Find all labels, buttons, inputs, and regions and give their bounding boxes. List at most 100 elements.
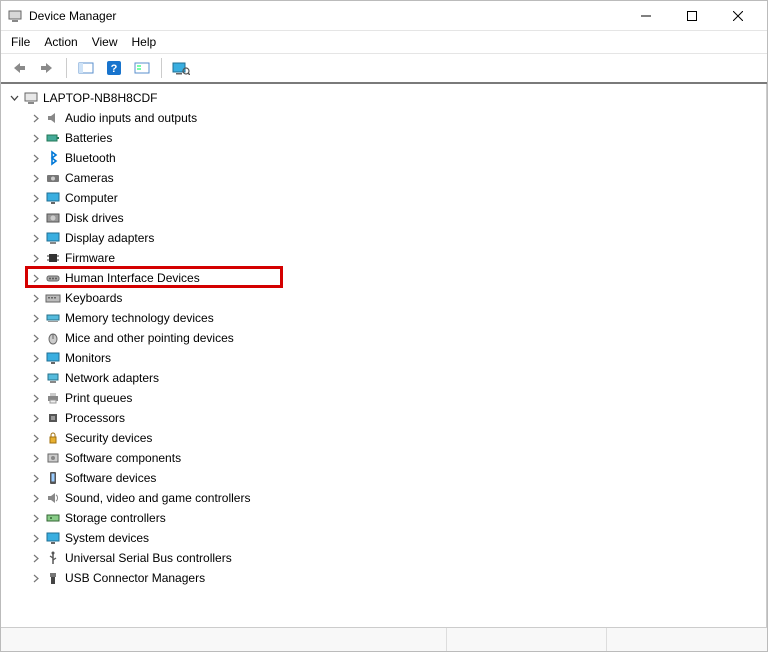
tree-item[interactable]: Firmware xyxy=(29,248,764,268)
tree-item[interactable]: Keyboards xyxy=(29,288,764,308)
tree-item[interactable]: Display adapters xyxy=(29,228,764,248)
tree-item[interactable]: Computer xyxy=(29,188,764,208)
tree-item-label: Security devices xyxy=(65,431,152,445)
tree-item-label: Software components xyxy=(65,451,181,465)
tree-item[interactable]: Memory technology devices xyxy=(29,308,764,328)
chevron-right-icon[interactable] xyxy=(29,211,43,225)
usb-icon xyxy=(45,550,61,566)
chevron-right-icon[interactable] xyxy=(29,471,43,485)
chevron-right-icon[interactable] xyxy=(29,311,43,325)
show-hide-tree-button[interactable] xyxy=(74,57,98,79)
display-adapter-icon xyxy=(45,230,61,246)
speaker-icon xyxy=(45,110,61,126)
tree-item-label: Print queues xyxy=(65,391,132,405)
chevron-right-icon[interactable] xyxy=(29,371,43,385)
properties-button[interactable] xyxy=(130,57,154,79)
minimize-button[interactable] xyxy=(623,1,669,31)
chevron-right-icon[interactable] xyxy=(29,531,43,545)
chevron-right-icon[interactable] xyxy=(29,191,43,205)
software-component-icon xyxy=(45,450,61,466)
menubar: File Action View Help xyxy=(1,31,767,54)
forward-button[interactable] xyxy=(35,57,59,79)
chevron-right-icon[interactable] xyxy=(29,571,43,585)
tree-item-label: USB Connector Managers xyxy=(65,571,205,585)
keyboard-icon xyxy=(45,290,61,306)
chevron-right-icon[interactable] xyxy=(29,111,43,125)
chevron-right-icon[interactable] xyxy=(29,331,43,345)
status-cell-2 xyxy=(447,628,607,651)
chevron-right-icon[interactable] xyxy=(29,251,43,265)
close-button[interactable] xyxy=(715,1,761,31)
back-button[interactable] xyxy=(7,57,31,79)
sound-icon xyxy=(45,490,61,506)
chevron-right-icon[interactable] xyxy=(29,511,43,525)
usb-connector-icon xyxy=(45,570,61,586)
storage-controller-icon xyxy=(45,510,61,526)
tree-item-label: Storage controllers xyxy=(65,511,166,525)
toolbar-separator xyxy=(66,58,67,78)
tree-item[interactable]: Processors xyxy=(29,408,764,428)
tree-item[interactable]: Human Interface Devices xyxy=(29,268,764,288)
tree-item[interactable]: USB Connector Managers xyxy=(29,568,764,588)
camera-icon xyxy=(45,170,61,186)
root-label: LAPTOP-NB8H8CDF xyxy=(43,91,157,105)
chevron-right-icon[interactable] xyxy=(29,291,43,305)
tree-item[interactable]: Software components xyxy=(29,448,764,468)
maximize-button[interactable] xyxy=(669,1,715,31)
menu-view[interactable]: View xyxy=(92,35,118,49)
tree-item[interactable]: Batteries xyxy=(29,128,764,148)
tree-item[interactable]: Sound, video and game controllers xyxy=(29,488,764,508)
tree-item[interactable]: Disk drives xyxy=(29,208,764,228)
tree-item[interactable]: System devices xyxy=(29,528,764,548)
tree-item[interactable]: Universal Serial Bus controllers xyxy=(29,548,764,568)
tree-item[interactable]: Monitors xyxy=(29,348,764,368)
mouse-icon xyxy=(45,330,61,346)
chip-icon xyxy=(45,250,61,266)
tree-item[interactable]: Security devices xyxy=(29,428,764,448)
chevron-right-icon[interactable] xyxy=(29,171,43,185)
chevron-right-icon[interactable] xyxy=(29,271,43,285)
tree-item-label: Audio inputs and outputs xyxy=(65,111,197,125)
system-device-icon xyxy=(45,530,61,546)
tree-item[interactable]: Bluetooth xyxy=(29,148,764,168)
menu-action[interactable]: Action xyxy=(44,35,77,49)
chevron-right-icon[interactable] xyxy=(29,151,43,165)
chevron-right-icon[interactable] xyxy=(29,131,43,145)
app-icon xyxy=(7,8,23,24)
chevron-down-icon[interactable] xyxy=(7,91,21,105)
chevron-right-icon[interactable] xyxy=(29,451,43,465)
help-button[interactable]: ? xyxy=(102,57,126,79)
chevron-right-icon[interactable] xyxy=(29,351,43,365)
menu-file[interactable]: File xyxy=(11,35,30,49)
chevron-right-icon[interactable] xyxy=(29,411,43,425)
tree-item[interactable]: Print queues xyxy=(29,388,764,408)
chevron-right-icon[interactable] xyxy=(29,491,43,505)
tree-root-node[interactable]: LAPTOP-NB8H8CDF xyxy=(7,88,764,108)
menu-help[interactable]: Help xyxy=(132,35,157,49)
toolbar-separator xyxy=(161,58,162,78)
cpu-icon xyxy=(45,410,61,426)
tree-item[interactable]: Audio inputs and outputs xyxy=(29,108,764,128)
chevron-right-icon[interactable] xyxy=(29,391,43,405)
chevron-right-icon[interactable] xyxy=(29,431,43,445)
tree-item[interactable]: Mice and other pointing devices xyxy=(29,328,764,348)
tree-item-label: Human Interface Devices xyxy=(65,271,200,285)
chevron-right-icon[interactable] xyxy=(29,551,43,565)
tree-item-label: Mice and other pointing devices xyxy=(65,331,234,345)
tree-item-label: Computer xyxy=(65,191,118,205)
bluetooth-icon xyxy=(45,150,61,166)
device-tree[interactable]: LAPTOP-NB8H8CDF Audio inputs and outputs… xyxy=(1,84,767,627)
tree-item-label: Memory technology devices xyxy=(65,311,214,325)
tree-item[interactable]: Network adapters xyxy=(29,368,764,388)
tree-item-label: System devices xyxy=(65,531,149,545)
computer-device-icon xyxy=(23,90,39,106)
network-icon xyxy=(45,370,61,386)
tree-item[interactable]: Cameras xyxy=(29,168,764,188)
statusbar xyxy=(1,627,767,651)
battery-icon xyxy=(45,130,61,146)
tree-item[interactable]: Storage controllers xyxy=(29,508,764,528)
window-controls xyxy=(623,1,761,31)
scan-hardware-button[interactable] xyxy=(169,57,193,79)
tree-item[interactable]: Software devices xyxy=(29,468,764,488)
chevron-right-icon[interactable] xyxy=(29,231,43,245)
